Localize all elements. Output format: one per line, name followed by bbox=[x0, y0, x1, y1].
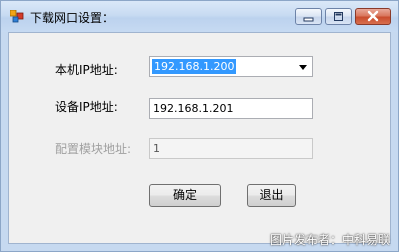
watermark-text: 图片发布者：中科易联 bbox=[269, 233, 390, 247]
ok-button[interactable]: 确定 bbox=[149, 184, 221, 207]
device-ip-label: 设备IP地址: bbox=[55, 100, 118, 114]
window-title: 下载网口设置： bbox=[30, 11, 115, 25]
exit-button[interactable]: 退出 bbox=[247, 184, 296, 207]
minimize-button[interactable] bbox=[295, 8, 322, 25]
maximize-icon bbox=[334, 12, 343, 21]
device-ip-input[interactable]: 192.168.1.201 bbox=[149, 98, 313, 119]
dropdown-arrow-icon[interactable] bbox=[299, 65, 307, 70]
title-bar[interactable]: 下载网口设置： bbox=[1, 1, 398, 32]
app-icon bbox=[10, 10, 24, 23]
minimize-icon bbox=[303, 17, 314, 22]
close-icon bbox=[367, 10, 379, 22]
close-button[interactable] bbox=[355, 8, 391, 25]
local-ip-label: 本机IP地址: bbox=[55, 63, 118, 77]
module-address-input: 1 bbox=[149, 138, 313, 159]
module-address-label: 配置模块地址: bbox=[55, 142, 132, 156]
dialog-client-area: 本机IP地址: 192.168.1.200 设备IP地址: 192.168.1.… bbox=[8, 32, 391, 244]
dialog-window: 下载网口设置： 本机IP地址: 192.168.1.200 设备IP地址: 19… bbox=[0, 0, 399, 252]
local-ip-selected-value: 192.168.1.200 bbox=[152, 59, 237, 74]
maximize-button[interactable] bbox=[325, 8, 352, 25]
local-ip-combobox[interactable]: 192.168.1.200 bbox=[149, 56, 313, 77]
